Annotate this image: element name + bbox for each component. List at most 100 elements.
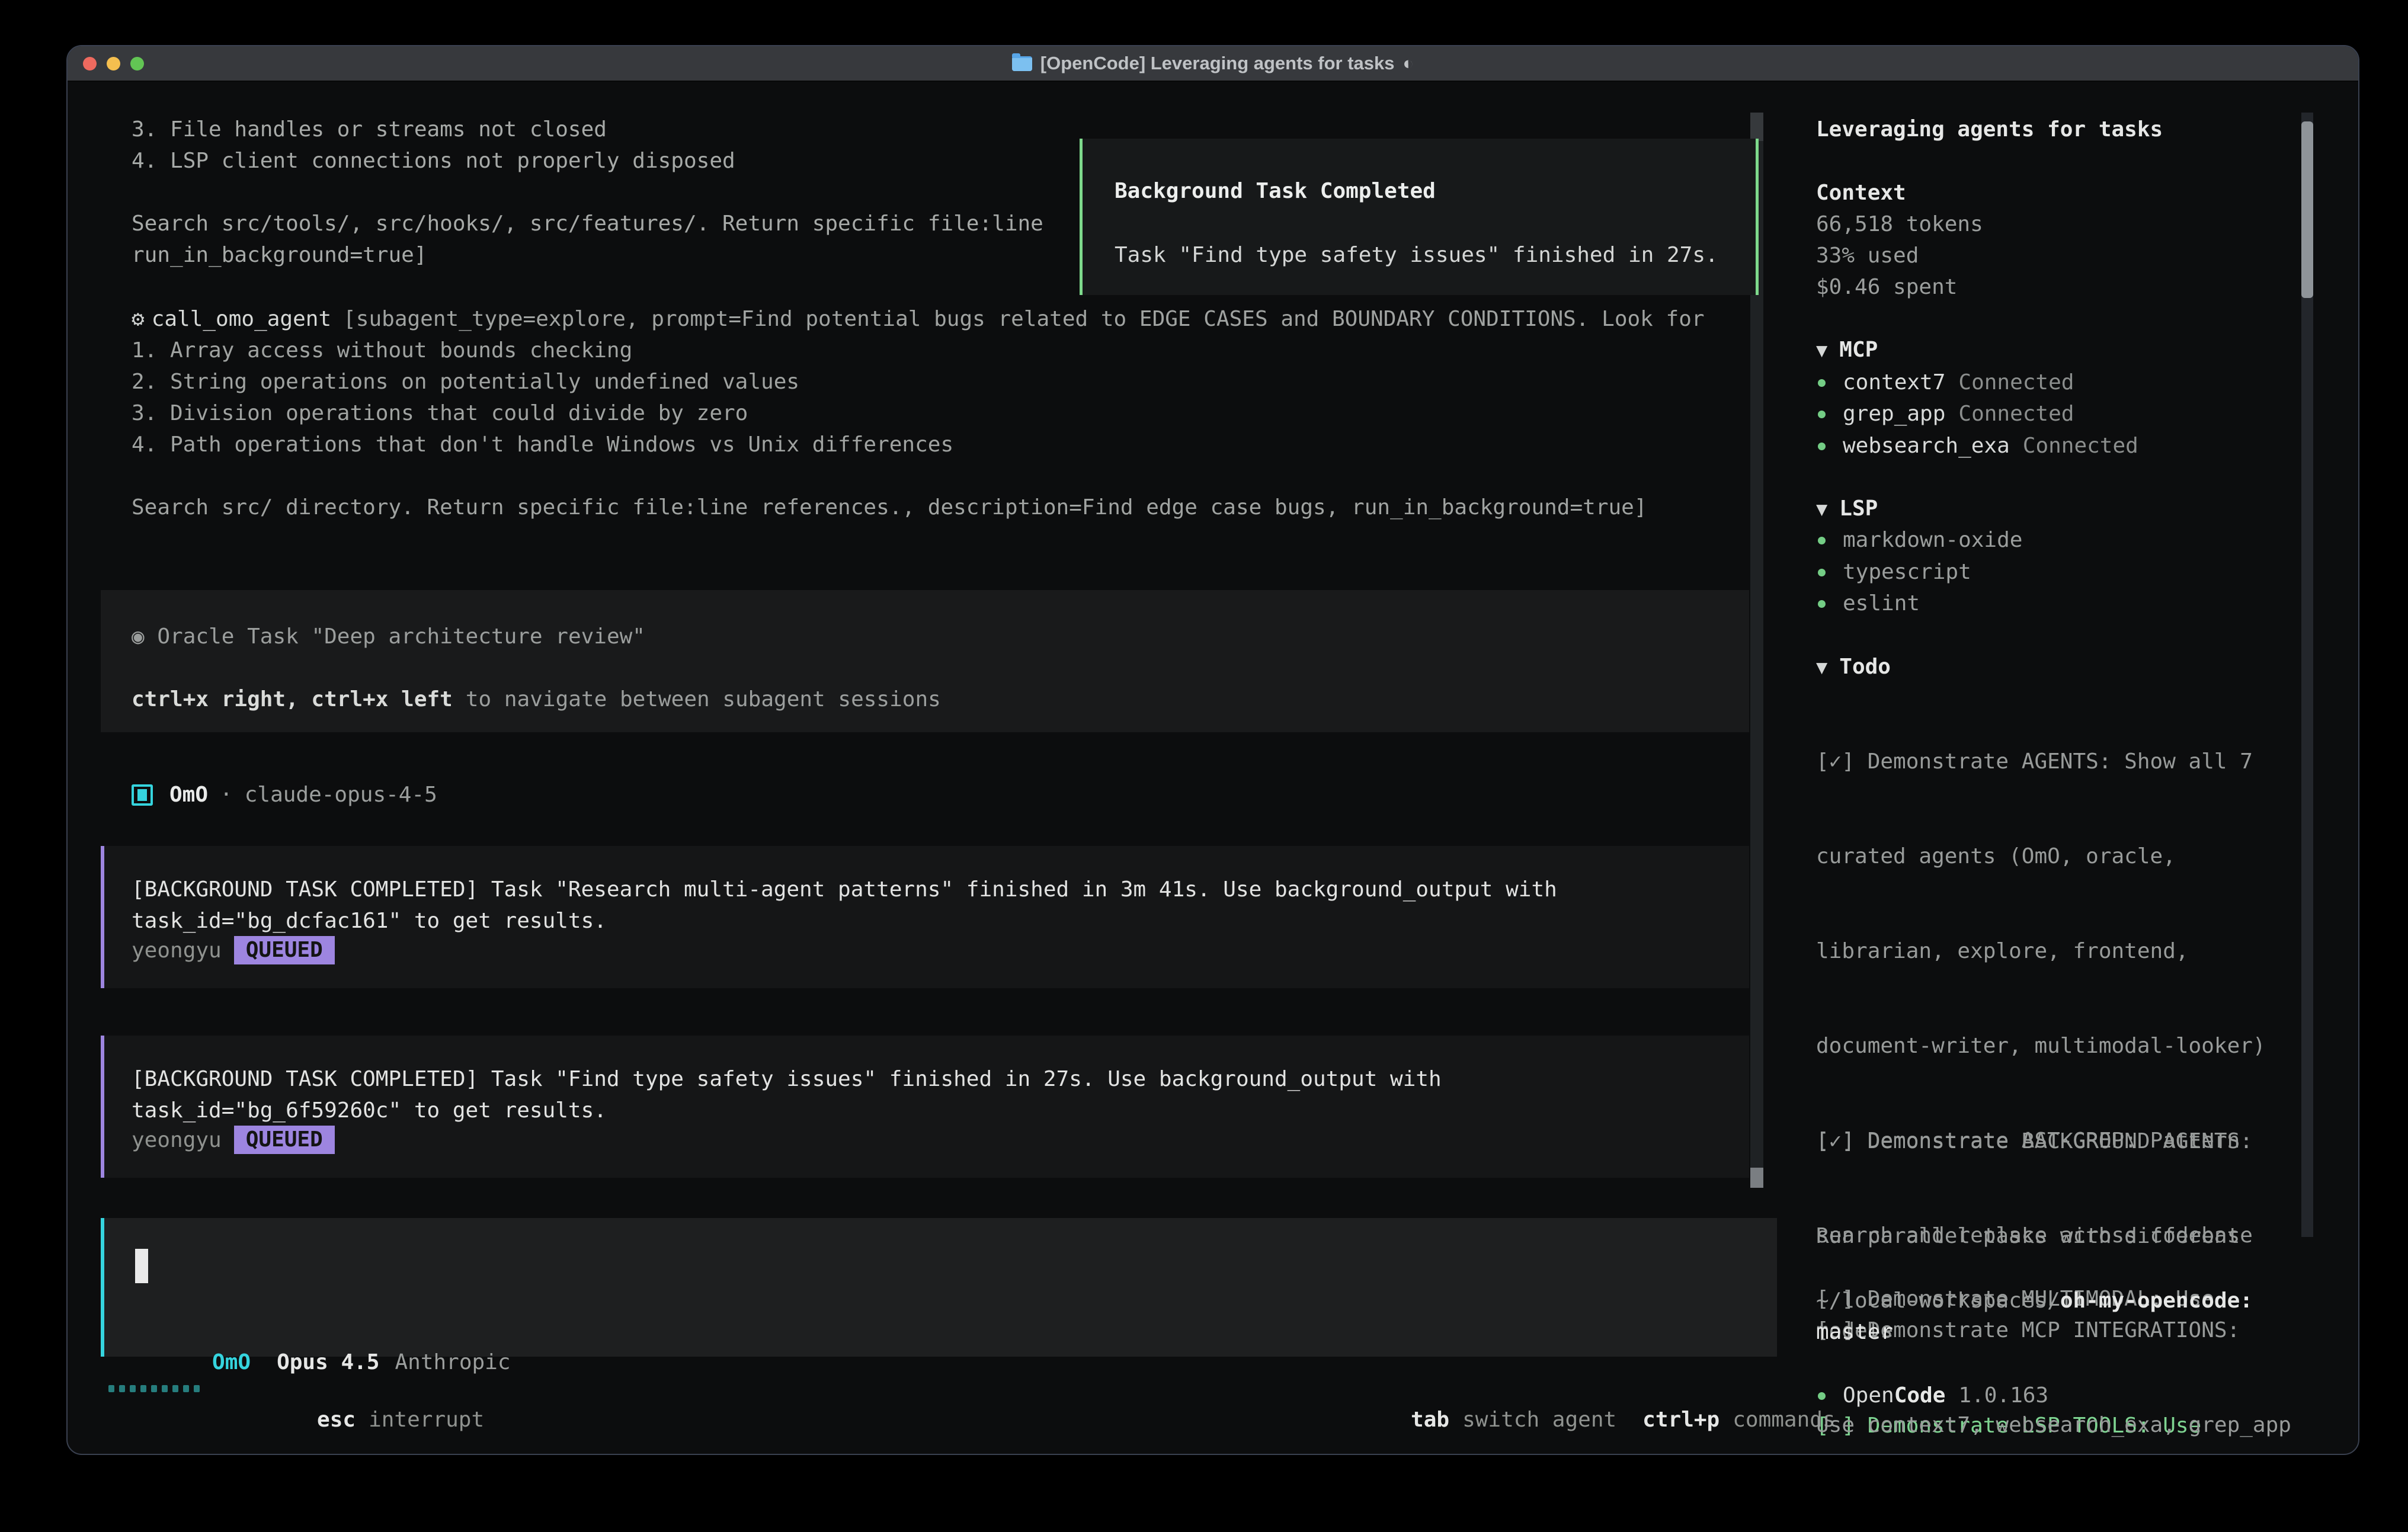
session-title: Leveraging agents for tasks xyxy=(1816,114,2163,145)
todo-line: Use context7, websearch_exa, grep_app xyxy=(1816,1409,2291,1441)
omo-agent-icon xyxy=(132,784,153,806)
oracle-title: Oracle Task "Deep architecture review" xyxy=(157,624,645,649)
sidebar-scrollbar[interactable] xyxy=(2301,113,2313,1237)
mcp-name: grep_app xyxy=(1843,402,1945,426)
workspace-path: ~/local-workspaces/oh-my-opencode: xyxy=(1816,1285,2253,1316)
toast-body: Task "Find type safety issues" finished … xyxy=(1115,239,1718,271)
context-used: 33% used xyxy=(1816,240,1919,271)
history-line: 4. LSP client connections not properly d… xyxy=(132,145,1043,177)
workspace-branch: master xyxy=(1816,1316,1893,1348)
oracle-title-line: ◉ Oracle Task "Deep architecture review" xyxy=(132,621,645,652)
lsp-name: eslint xyxy=(1843,591,1920,616)
todo-line: librarian, explore, frontend, xyxy=(1816,935,2291,967)
todo-line: curated agents (OmO, oracle, xyxy=(1816,841,2291,872)
history-line: run_in_background=true] xyxy=(132,239,1043,271)
main-scrollbar-top-segment[interactable] xyxy=(1750,113,1763,141)
background-task-toast: Background Task Completed Task "Find typ… xyxy=(1080,139,1759,295)
task-meta: yeongyu QUEUED xyxy=(132,934,335,967)
moon-icon: ◐ xyxy=(1403,53,1414,74)
mcp-name: websearch_exa xyxy=(1843,434,2010,458)
provider-label: Anthropic xyxy=(395,1350,510,1374)
model-label: Opus 4.5 xyxy=(277,1350,379,1374)
tab-label: switch agent xyxy=(1462,1408,1616,1432)
lsp-name: typescript xyxy=(1843,560,1971,584)
tool-args: [subagent_type=explore, prompt=Find pote… xyxy=(343,307,1704,331)
history-line xyxy=(132,177,1043,208)
tab-key: tab xyxy=(1411,1408,1449,1432)
sidebar-scrollbar-thumb[interactable] xyxy=(2301,121,2313,298)
task-id-line: task_id="bg_6f59260c" to get results. xyxy=(132,1095,607,1126)
task-message: [BACKGROUND TASK COMPLETED] Task "Resear… xyxy=(132,874,1557,905)
traffic-lights xyxy=(83,46,144,81)
close-button[interactable] xyxy=(83,57,97,70)
chevron-down-icon: ▼ xyxy=(1816,656,1827,678)
chat-history: 3. File handles or streams not closed 4.… xyxy=(132,114,1043,271)
mcp-status: Connected xyxy=(1958,370,2074,395)
history-line: 3. File handles or streams not closed xyxy=(132,114,1043,145)
tool-call-block: ⚙call_omo_agent[subagent_type=explore, p… xyxy=(132,303,1705,523)
tool-list-item: 4. Path operations that don't handle Win… xyxy=(132,429,1705,460)
bullet-icon xyxy=(1818,443,1826,450)
agent-header: OmO · claude-opus-4-5 xyxy=(132,779,437,810)
minimize-button[interactable] xyxy=(107,57,120,70)
shortcut-keys: ctrl+x right, ctrl+x left xyxy=(132,687,453,711)
background-task-card: [BACKGROUND TASK COMPLETED] Task "Find t… xyxy=(101,1036,1749,1178)
window-title: [OpenCode] Leveraging agents for tasks xyxy=(1040,53,1395,74)
task-id-line: task_id="bg_dcfac161" to get results. xyxy=(132,905,607,937)
folder-icon xyxy=(1012,56,1032,71)
bullet-icon xyxy=(1818,600,1826,608)
main-scrollbar-thumb[interactable] xyxy=(1750,1168,1763,1188)
separator-dot: · xyxy=(220,783,233,807)
todo-line: [ ] Demonstrate AST-GREP: Pattern xyxy=(1816,1125,2291,1156)
mcp-item: context7 Connected xyxy=(1816,367,2074,398)
agent-name: OmO xyxy=(169,783,208,807)
mcp-status: Connected xyxy=(1958,402,2074,426)
mcp-name: context7 xyxy=(1843,370,1945,395)
zoom-button[interactable] xyxy=(130,57,144,70)
input-meta: OmOOpus 4.5Anthropic xyxy=(135,1315,511,1347)
todo-line: [✓] Demonstrate AGENTS: Show all 7 xyxy=(1816,746,2291,777)
task-message: [BACKGROUND TASK COMPLETED] Task "Find t… xyxy=(132,1063,1442,1095)
tool-list-item: 2. String operations on potentially unde… xyxy=(132,366,1705,398)
tool-call-line: ⚙call_omo_agent[subagent_type=explore, p… xyxy=(132,303,1705,335)
agent-model: claude-opus-4-5 xyxy=(245,783,437,807)
tool-name: call_omo_agent xyxy=(152,307,331,331)
queued-badge: QUEUED xyxy=(234,936,335,964)
esc-key: esc xyxy=(317,1408,356,1432)
prompt-input[interactable]: OmOOpus 4.5Anthropic xyxy=(101,1218,1777,1357)
mcp-item: grep_app Connected xyxy=(1816,398,2074,430)
tool-search-line: Search src/ directory. Return specific f… xyxy=(132,492,1705,523)
ctrlp-key: ctrl+p xyxy=(1642,1408,1719,1432)
lsp-item: markdown-oxide xyxy=(1816,524,2022,556)
shortcut-hint: ctrl+x right, ctrl+x left to navigate bet… xyxy=(132,684,941,715)
bullet-icon xyxy=(1818,537,1826,544)
oracle-task-banner: ◉ Oracle Task "Deep architecture review"… xyxy=(101,590,1749,732)
spinner-dots xyxy=(108,1373,200,1404)
bullet-icon xyxy=(1818,569,1826,576)
shortcut-text: to navigate between subagent sessions xyxy=(466,687,941,711)
bullet-icon xyxy=(1818,1392,1826,1400)
blank-line xyxy=(132,460,1705,492)
mcp-item: websearch_exaConnected xyxy=(1816,430,2138,461)
todo-line: document-writer, multimodal-looker) xyxy=(1816,1030,2291,1062)
tool-list-item: 3. Division operations that could divide… xyxy=(132,398,1705,429)
mcp-heading[interactable]: ▼MCP xyxy=(1816,334,1878,366)
terminal-window: [OpenCode] Leveraging agents for tasks ◐… xyxy=(66,45,2359,1455)
lsp-heading[interactable]: ▼LSP xyxy=(1816,493,1878,524)
chevron-down-icon: ▼ xyxy=(1816,498,1827,520)
lsp-name: markdown-oxide xyxy=(1843,528,2022,552)
bullet-icon xyxy=(1818,411,1826,418)
context-spent: $0.46 spent xyxy=(1816,271,1957,303)
agent-label: OmO xyxy=(212,1350,251,1374)
lsp-item: typescript xyxy=(1816,556,1971,588)
esc-hint: escinterrupt xyxy=(240,1373,510,1404)
task-user: yeongyu xyxy=(132,938,222,963)
lsp-item: eslint xyxy=(1816,588,1920,619)
todo-heading[interactable]: ▼Todo xyxy=(1816,651,1891,682)
tool-list-item: 1. Array access without bounds checking xyxy=(132,335,1705,366)
history-line: Search src/tools/, src/hooks/, src/featu… xyxy=(132,208,1043,239)
background-task-card: [BACKGROUND TASK COMPLETED] Task "Resear… xyxy=(101,846,1749,988)
chevron-down-icon: ▼ xyxy=(1816,339,1827,361)
sidebar: Leveraging agents for tasks Context 66,5… xyxy=(1816,46,2358,1454)
keybind-hints: tabswitch agentctrl+pcommands xyxy=(1334,1373,1836,1404)
